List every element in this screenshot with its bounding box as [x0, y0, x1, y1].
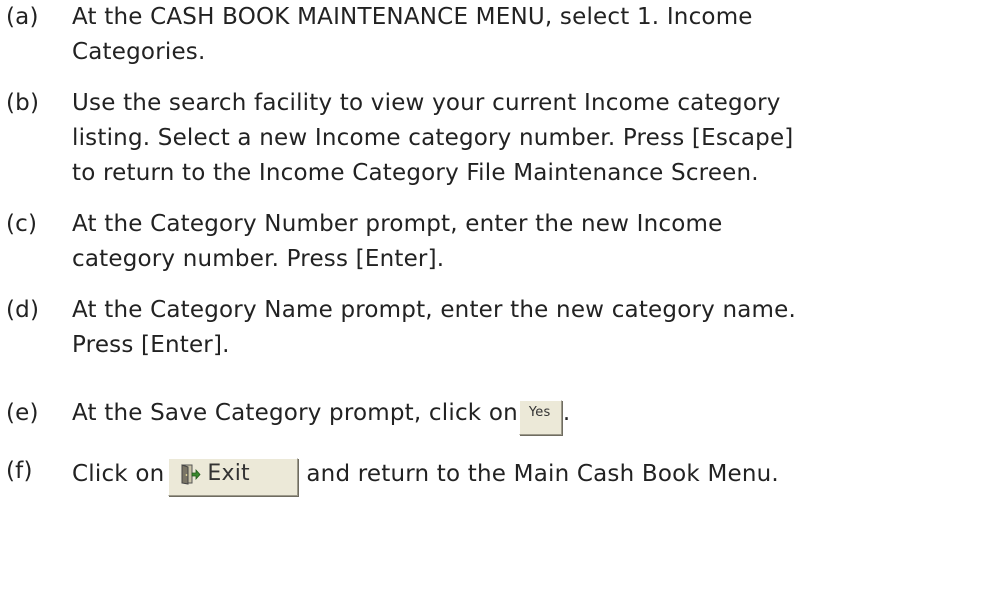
step-line: At the Category Name prompt, enter the n…: [72, 297, 796, 323]
step-marker: (e): [6, 400, 39, 426]
step-line: to return to the Income Category File Ma…: [72, 160, 759, 186]
step-marker: (c): [6, 211, 38, 237]
step-line: Click on Exit and return to the Main Cash…: [72, 454, 779, 496]
step-text: At the Save Category prompt, click on Yes…: [72, 396, 571, 435]
step-marker: (b): [6, 90, 40, 116]
step-text-before: Click on: [72, 461, 165, 487]
step-line: Use the search facility to view your cur…: [72, 90, 781, 116]
step-text: Click on Exit and return to the Main Cash…: [72, 454, 779, 496]
step-marker: (d): [6, 297, 40, 323]
yes-button[interactable]: Yes: [518, 400, 562, 435]
step-line: Categories.: [72, 39, 206, 65]
exit-door-icon: [181, 464, 201, 485]
step-marker: (a): [6, 4, 39, 30]
step-text: Use the search facility to view your cur…: [72, 86, 793, 191]
step-line: At the Category Number prompt, enter the…: [72, 211, 723, 237]
step-text: At the Category Name prompt, enter the n…: [72, 293, 796, 363]
step-line: listing. Select a new Income category nu…: [72, 125, 794, 151]
step-text: At the Category Number prompt, enter the…: [72, 207, 722, 277]
exit-button-label: Exit: [207, 461, 250, 486]
step-text-after: .: [562, 400, 571, 426]
step-line: At the CASH BOOK MAINTENANCE MENU, selec…: [72, 4, 753, 30]
exit-button[interactable]: Exit: [168, 458, 299, 496]
step-line: Press [Enter].: [72, 332, 230, 358]
step-line: category number. Press [Enter].: [72, 246, 445, 272]
step-line: At the Save Category prompt, click on Yes…: [72, 396, 571, 435]
step-text-after: and return to the Main Cash Book Menu.: [306, 461, 779, 487]
step-marker: (f): [6, 458, 33, 484]
step-text: At the CASH BOOK MAINTENANCE MENU, selec…: [72, 0, 753, 70]
yes-button-label: Yes: [528, 405, 551, 420]
step-text-before: At the Save Category prompt, click on: [72, 400, 518, 426]
